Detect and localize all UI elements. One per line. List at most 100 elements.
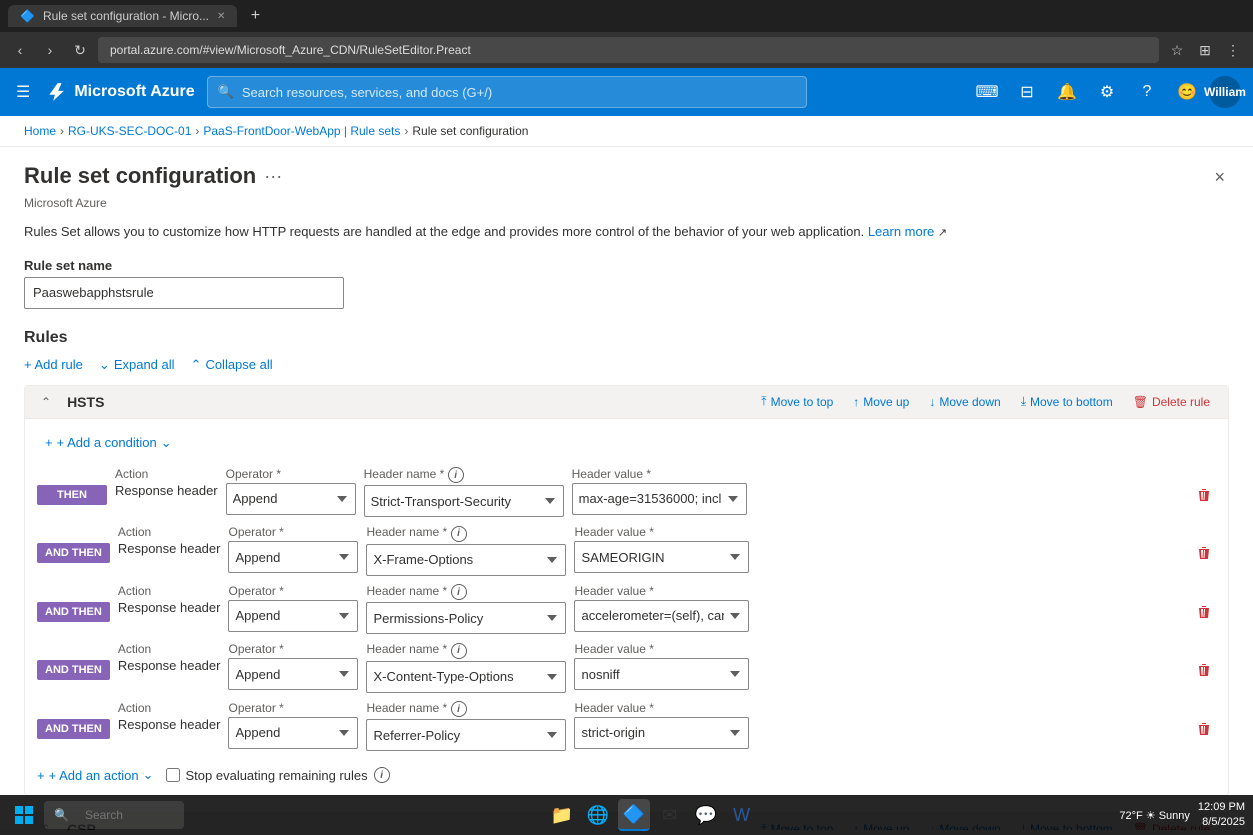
action-type-label-rule1-0: Action xyxy=(115,467,218,481)
taskbar-word-item[interactable]: W xyxy=(726,799,758,831)
delete-action-btn-rule1-1[interactable] xyxy=(1192,541,1216,570)
header-name-label-rule1-0: Header name * i xyxy=(364,467,564,484)
help-btn[interactable]: ? xyxy=(1129,74,1165,110)
collapse-all-btn[interactable]: ⌃ Collapse all xyxy=(191,357,273,373)
operator-select-rule1-1[interactable]: Append Append Overwrite Delete xyxy=(228,541,358,573)
tab-close-btn[interactable]: ✕ xyxy=(217,11,225,22)
add-rule-btn[interactable]: + Add rule xyxy=(24,357,83,372)
learn-more-link[interactable]: Learn more xyxy=(868,224,934,239)
action-type-group-rule1-4: Action Response header xyxy=(118,701,221,732)
action-type-value-rule1-3: Response header xyxy=(118,658,221,673)
header-value-label-rule1-2: Header value * xyxy=(574,584,749,598)
azure-search-bar[interactable]: 🔍 Search resources, services, and docs (… xyxy=(207,76,807,108)
breadcrumb-sep-1: › xyxy=(60,124,64,138)
settings-btn[interactable]: ⋮ xyxy=(1221,38,1245,62)
move-down-btn-hsts[interactable]: ↓ Move down xyxy=(923,393,1006,411)
delete-action-btn-rule1-3[interactable] xyxy=(1192,658,1216,687)
stop-eval-checkbox-hsts[interactable] xyxy=(166,768,180,782)
operator-label-rule1-4: Operator * xyxy=(228,701,358,715)
settings-btn[interactable]: ⚙ xyxy=(1089,74,1125,110)
move-to-bottom-btn-hsts[interactable]: ⤓ Move to bottom xyxy=(1015,392,1119,411)
forward-btn[interactable]: › xyxy=(38,38,62,62)
header-value-group-rule1-0: Header value * max-age=31536000; includ.… xyxy=(572,467,747,515)
expand-all-btn[interactable]: ⌄ Expand all xyxy=(99,357,175,373)
stop-eval-label-hsts[interactable]: Stop evaluating remaining rules i xyxy=(166,767,390,783)
page-title-more-btn[interactable]: ··· xyxy=(264,166,282,187)
notifications-btn[interactable]: 🔔 xyxy=(1049,74,1085,110)
header-name-select-rule1-4[interactable]: Referrer-Policy xyxy=(366,719,566,751)
address-bar[interactable] xyxy=(98,37,1159,63)
operator-select-rule1-0[interactable]: Append Append Overwrite Delete xyxy=(226,483,356,515)
rule-set-name-input[interactable] xyxy=(24,277,344,309)
taskbar-edge-item[interactable]: 🌐 xyxy=(582,799,614,831)
operator-group-rule1-1: Operator * Append Append Overwrite Delet… xyxy=(228,525,358,573)
header-name-info-rule1-3[interactable]: i xyxy=(451,643,467,659)
move-up-btn-hsts[interactable]: ↑ Move up xyxy=(847,393,915,411)
rule-name-input-hsts[interactable] xyxy=(63,392,747,412)
header-name-label-rule1-4: Header name * i xyxy=(366,701,566,718)
feedback-btn[interactable]: 😊 xyxy=(1169,74,1205,110)
action-type-label-rule1-2: Action xyxy=(118,584,221,598)
user-avatar[interactable]: William xyxy=(1209,76,1241,108)
expand-icon: ⌄ xyxy=(99,357,110,373)
delete-action-btn-rule1-2[interactable] xyxy=(1192,600,1216,629)
breadcrumb-current: Rule set configuration xyxy=(412,124,528,138)
breadcrumb-home[interactable]: Home xyxy=(24,124,56,138)
header-name-select-rule1-1[interactable]: X-Frame-Options xyxy=(366,544,566,576)
header-value-select-rule1-0[interactable]: max-age=31536000; includ... xyxy=(572,483,747,515)
taskbar-explorer-item[interactable]: 📁 xyxy=(546,799,578,831)
then-badge-rule1-2: AND THEN xyxy=(37,602,110,622)
header-value-label-rule1-0: Header value * xyxy=(572,467,747,481)
back-btn[interactable]: ‹ xyxy=(8,38,32,62)
breadcrumb-rg[interactable]: RG-UKS-SEC-DOC-01 xyxy=(68,124,191,138)
header-name-info-rule1-0[interactable]: i xyxy=(448,467,464,483)
taskbar-search-input[interactable] xyxy=(75,801,175,829)
tab-title: Rule set configuration - Micro... xyxy=(43,9,209,23)
delete-rule-btn-hsts[interactable]: 🗑 Delete rule xyxy=(1127,393,1216,411)
header-value-select-rule1-4[interactable]: strict-origin xyxy=(574,717,749,749)
taskbar-browser-active-item[interactable]: 🔷 xyxy=(618,799,650,831)
taskbar-teams-item[interactable]: 💬 xyxy=(690,799,722,831)
cloud-shell-btn[interactable]: ⌨ xyxy=(969,74,1005,110)
action-type-group-rule1-2: Action Response header xyxy=(118,584,221,615)
move-to-top-btn-hsts[interactable]: ⤒ Move to top xyxy=(755,392,839,411)
browser-tab[interactable]: 🔷 Rule set configuration - Micro... ✕ xyxy=(8,5,237,27)
start-btn[interactable] xyxy=(8,799,40,831)
header-value-select-rule1-1[interactable]: SAMEORIGIN xyxy=(574,541,749,573)
collapse-icon: ⌃ xyxy=(191,357,202,373)
operator-select-rule1-4[interactable]: Append Append Overwrite Delete xyxy=(228,717,358,749)
header-name-info-rule1-2[interactable]: i xyxy=(451,584,467,600)
operator-select-rule1-2[interactable]: Append Append Overwrite Delete xyxy=(228,600,358,632)
azure-menu-btn[interactable]: ☰ xyxy=(12,78,34,106)
header-name-select-rule1-0[interactable]: Strict-Transport-Security xyxy=(364,485,564,517)
rule-collapse-btn-hsts[interactable]: ⌃ xyxy=(37,395,55,409)
header-value-select-rule1-3[interactable]: nosniff xyxy=(574,658,749,690)
taskbar-mail-item[interactable]: ✉ xyxy=(654,799,686,831)
action-fields-rule1-4: Action Response header Operator * Append… xyxy=(118,701,1184,752)
taskbar-right: 72°F ☀ Sunny 12:09 PM 8/5/2025 xyxy=(1119,800,1245,831)
reload-btn[interactable]: ↻ xyxy=(68,38,92,62)
header-name-select-rule1-3[interactable]: X-Content-Type-Options xyxy=(366,661,566,693)
add-action-btn-hsts[interactable]: + + Add an action ⌄ xyxy=(37,767,154,783)
header-name-select-rule1-2[interactable]: Permissions-Policy xyxy=(366,602,566,634)
stop-eval-info-icon-hsts[interactable]: i xyxy=(374,767,390,783)
taskbar-search-icon: 🔍 xyxy=(54,808,69,822)
header-name-label-rule1-3: Header name * i xyxy=(366,642,566,659)
add-condition-btn-hsts[interactable]: + + Add a condition ⌄ xyxy=(37,431,180,455)
header-name-info-rule1-1[interactable]: i xyxy=(451,526,467,542)
close-panel-btn[interactable]: × xyxy=(1210,163,1229,192)
new-tab-btn[interactable]: + xyxy=(243,4,267,28)
page-title-area: Rule set configuration ··· xyxy=(24,163,282,189)
header-name-info-rule1-4[interactable]: i xyxy=(451,701,467,717)
delete-icon-hsts: 🗑 xyxy=(1133,395,1148,409)
directory-btn[interactable]: ⊟ xyxy=(1009,74,1045,110)
add-action-icon-hsts: + xyxy=(37,768,45,783)
bookmark-btn[interactable]: ☆ xyxy=(1165,38,1189,62)
delete-action-btn-rule1-0[interactable] xyxy=(1192,483,1216,512)
operator-select-rule1-3[interactable]: Append Append Overwrite Delete xyxy=(228,658,358,690)
extensions-btn[interactable]: ⊞ xyxy=(1193,38,1217,62)
delete-action-btn-rule1-4[interactable] xyxy=(1192,717,1216,746)
header-value-select-rule1-2[interactable]: accelerometer=(self), camer... xyxy=(574,600,749,632)
breadcrumb-frontdoor[interactable]: PaaS-FrontDoor-WebApp | Rule sets xyxy=(203,124,400,138)
header-name-group-rule1-2: Header name * i Permissions-Policy xyxy=(366,584,566,635)
